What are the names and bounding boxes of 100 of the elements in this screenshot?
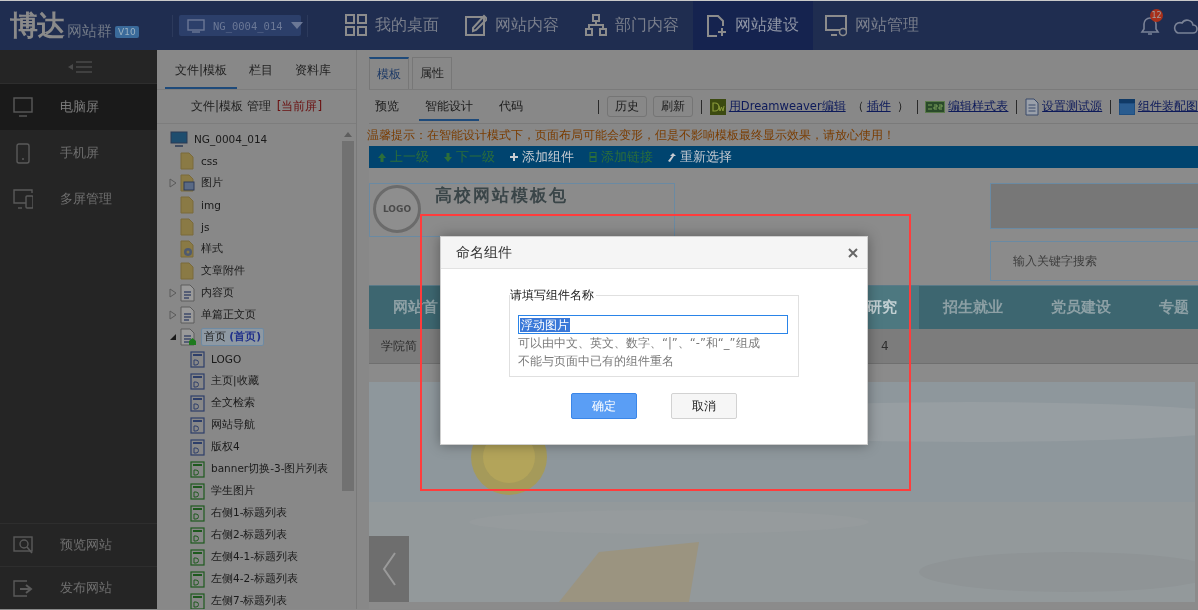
- export-icon: [13, 577, 33, 599]
- hint-text: 不能与页面中已有的组件重名: [518, 353, 675, 370]
- cloud-icon: [1172, 16, 1198, 35]
- grid-icon: [345, 14, 367, 37]
- toolbar-button[interactable]: 历史: [607, 96, 648, 117]
- tree-item[interactable]: 左侧4-1-标题列表: [209, 549, 300, 565]
- view-tab[interactable]: 预览: [369, 92, 405, 121]
- bracket-text: ）: [896, 98, 909, 115]
- tree-item[interactable]: 全文检索: [209, 395, 257, 411]
- image-folder-icon: [180, 174, 195, 192]
- tree-item[interactable]: css: [199, 154, 220, 168]
- expand-icon[interactable]: [169, 310, 177, 320]
- gear-folder-icon: [180, 240, 195, 258]
- preview-icon: [13, 534, 33, 556]
- tree-item[interactable]: js: [199, 220, 212, 234]
- expand-icon[interactable]: [169, 288, 177, 298]
- link-icon: [588, 151, 598, 163]
- panel-tab[interactable]: 栏目: [239, 62, 284, 89]
- sidebar-item[interactable]: 手机屏: [0, 130, 157, 176]
- search-field[interactable]: 输入关键字搜索: [990, 241, 1198, 281]
- component-icon: [190, 416, 205, 434]
- logo-label: LOGO: [382, 204, 412, 214]
- view-tab[interactable]: 代码: [493, 92, 529, 121]
- confirm-button[interactable]: 确定: [571, 393, 637, 419]
- tree-item[interactable]: NG_0004_014: [192, 132, 270, 146]
- product-name: 网站群: [67, 20, 112, 42]
- hint-text: 可以由中文、英文、数字、“|”、“-”和“_”组成: [518, 335, 761, 352]
- monitor-icon: [170, 131, 188, 147]
- tree-item[interactable]: LOGO: [209, 352, 244, 366]
- toolbar-button[interactable]: 添加组件: [509, 148, 574, 166]
- tree-item[interactable]: 左侧7-标题列表: [209, 593, 290, 609]
- component-icon: [190, 570, 205, 588]
- component-icon: [190, 372, 205, 390]
- tree-item[interactable]: 文章附件: [199, 263, 247, 279]
- scroll-up-icon: [343, 132, 352, 137]
- tree-item[interactable]: 右侧2-标题列表: [209, 527, 290, 543]
- toolbar-button[interactable]: 刷新: [653, 96, 694, 117]
- component-icon: [190, 548, 205, 566]
- folder-icon: [180, 196, 195, 214]
- editor-tab[interactable]: 属性: [412, 57, 452, 89]
- dreamweaver-icon: [709, 98, 726, 115]
- component-icon: [190, 592, 205, 609]
- nav-tab[interactable]: 部门内容: [573, 1, 693, 50]
- component-icon: [190, 504, 205, 522]
- toolbar-link[interactable]: 用Dreamweaver编辑: [728, 99, 846, 114]
- site-selector[interactable]: NG_0004_014: [179, 15, 301, 36]
- desktop-icon: [13, 96, 33, 118]
- stylesheet-icon: [925, 100, 946, 113]
- tree-item[interactable]: 首页 (首页): [201, 328, 264, 346]
- arrow-up-icon: [377, 151, 387, 163]
- document-icon: [180, 284, 195, 302]
- tree-item[interactable]: 样式: [199, 241, 225, 257]
- toolbar-button[interactable]: 重新选择: [667, 148, 732, 166]
- panel-tab[interactable]: 资料库: [285, 62, 342, 89]
- editor-tab[interactable]: 模板: [369, 57, 409, 89]
- hierarchy-icon: [585, 14, 607, 37]
- sidebar-item[interactable]: 电脑屏: [0, 84, 157, 130]
- nav-tab[interactable]: 网站建设: [693, 1, 813, 50]
- devices-icon: [13, 188, 33, 210]
- panel-tab[interactable]: 文件|模板: [165, 62, 238, 89]
- close-icon[interactable]: [848, 247, 858, 258]
- toolbar-link[interactable]: 编辑样式表: [948, 99, 1009, 114]
- expand-icon[interactable]: [169, 178, 177, 188]
- tree-item[interactable]: 主页|收藏: [209, 373, 261, 389]
- nav-tab[interactable]: 网站管理: [813, 1, 933, 50]
- sidebar-item[interactable]: 多屏管理: [0, 176, 157, 222]
- tree-item[interactable]: img: [199, 198, 223, 212]
- input-field[interactable]: 浮动图片: [518, 315, 788, 334]
- tree-item[interactable]: 学生图片: [209, 483, 257, 499]
- add-page-icon: [705, 14, 727, 37]
- tree-item[interactable]: 网站导航: [209, 417, 257, 433]
- tree-item[interactable]: 左侧4-2-标题列表: [209, 571, 300, 587]
- field-label: 请填写组件名称: [510, 287, 596, 304]
- toolbar-link[interactable]: 插件: [866, 99, 891, 114]
- component-icon: [190, 438, 205, 456]
- tree-item[interactable]: 右侧1-标题列表: [209, 505, 290, 521]
- layout-icon: [1118, 98, 1135, 115]
- tree-item[interactable]: 单篇正文页: [199, 307, 258, 323]
- site-title: 高校网站模板包: [435, 185, 568, 205]
- edit-icon: [465, 14, 487, 37]
- tree-item[interactable]: 内容页: [199, 285, 236, 301]
- cancel-button[interactable]: 取消: [671, 393, 737, 419]
- component-icon: [190, 350, 205, 368]
- tree-item[interactable]: 图片: [199, 175, 225, 191]
- version-badge: V10: [115, 25, 139, 38]
- document-icon: [1025, 97, 1040, 116]
- nav-tab[interactable]: 网站内容: [453, 1, 573, 50]
- carousel-prev-button[interactable]: [369, 536, 409, 602]
- folder-icon: [180, 218, 195, 236]
- view-tab[interactable]: 智能设计: [419, 92, 479, 121]
- tree-item[interactable]: banner切换-3-图片列表: [209, 461, 331, 477]
- sub-nav-item[interactable]: 4: [869, 339, 889, 353]
- tree-item[interactable]: 版权4: [209, 439, 242, 455]
- collapse-arrow-icon[interactable]: [169, 333, 177, 341]
- toolbar-link[interactable]: 设置测试源: [1042, 99, 1103, 114]
- toolbar-link[interactable]: 组件装配图: [1137, 99, 1198, 114]
- dialog-title: 命名组件: [456, 243, 512, 262]
- component-icon: [190, 460, 205, 478]
- nav-tab[interactable]: 我的桌面: [333, 1, 453, 50]
- component-icon: [190, 526, 205, 544]
